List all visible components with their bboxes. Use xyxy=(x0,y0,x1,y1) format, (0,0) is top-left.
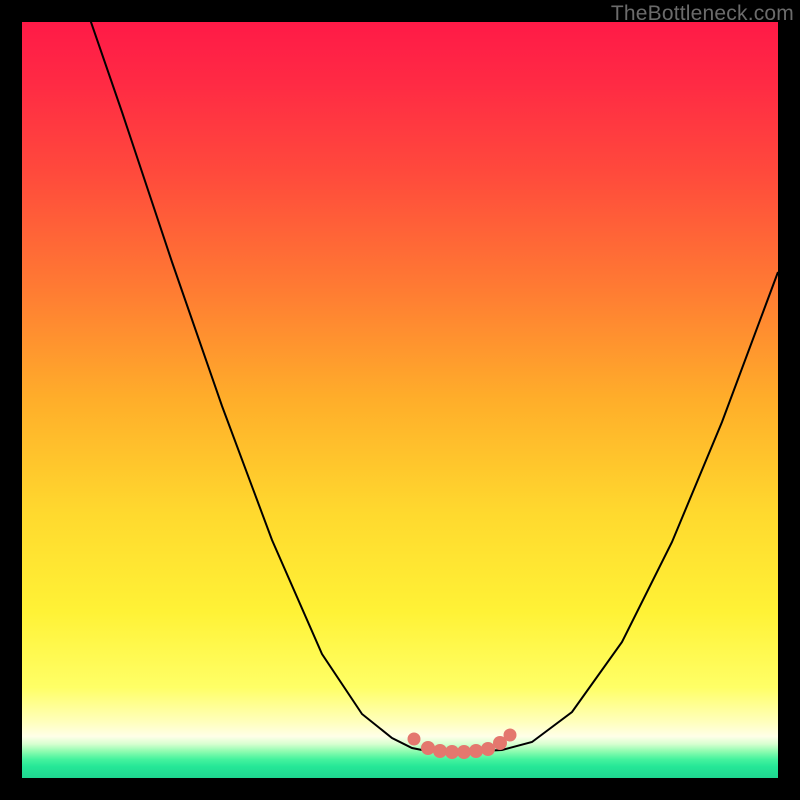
valley-markers xyxy=(408,729,517,760)
watermark-text: TheBottleneck.com xyxy=(611,2,794,26)
valley-marker-dot xyxy=(504,729,517,742)
valley-marker-dot xyxy=(433,744,447,758)
valley-marker-dot xyxy=(445,745,459,759)
valley-marker-dot xyxy=(469,744,483,758)
valley-marker-dot xyxy=(421,741,435,755)
valley-marker-dot xyxy=(408,733,421,746)
valley-marker-dot xyxy=(481,742,495,756)
curve-layer xyxy=(22,22,778,778)
chart-frame xyxy=(22,22,778,778)
valley-marker-dot xyxy=(457,745,471,759)
bottleneck-curve xyxy=(82,22,778,752)
